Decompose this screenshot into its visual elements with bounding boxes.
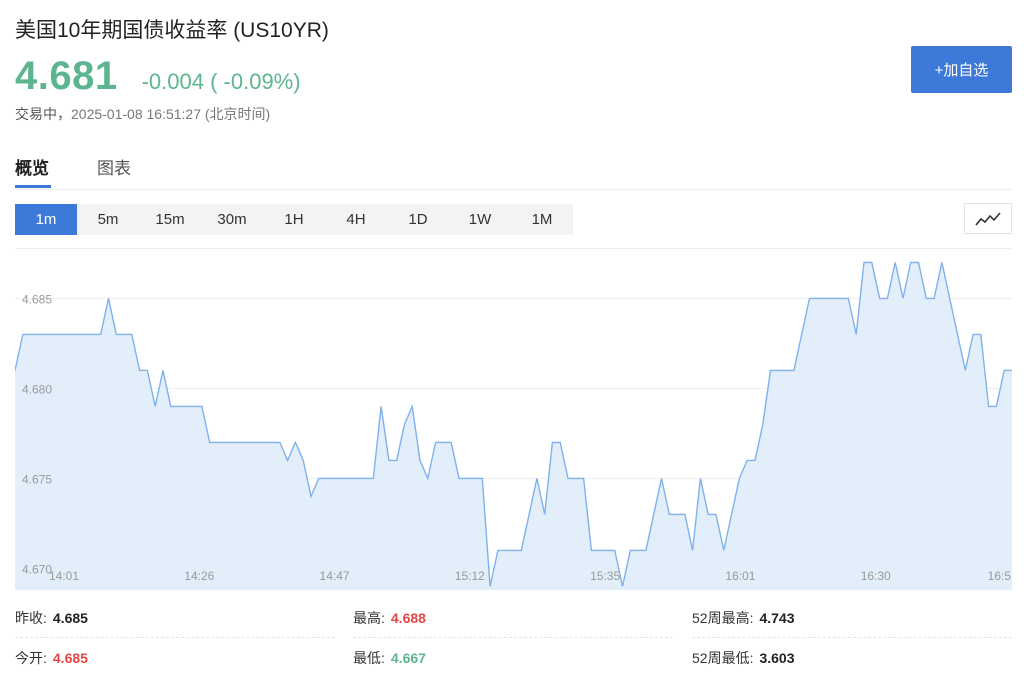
period-5m[interactable]: 5m: [77, 204, 139, 235]
period-1mo[interactable]: 1M: [511, 204, 573, 235]
y-tick-label: 4.670: [22, 562, 52, 576]
status-text: 交易中，: [15, 106, 71, 122]
tab-bar: 概览 图表: [15, 150, 1012, 190]
stat-open: 今开: 4.685: [15, 636, 335, 673]
stat-value: 4.743: [759, 610, 795, 626]
stat-high: 最高: 4.688: [353, 596, 673, 638]
period-1h[interactable]: 1H: [263, 204, 325, 235]
stat-label: 52周最低:: [692, 650, 754, 666]
timezone: (北京时间): [204, 106, 271, 122]
stat-value: 4.685: [52, 650, 88, 666]
period-15m[interactable]: 15m: [139, 204, 201, 235]
price-chart: 4.685 4.680 4.675 4.670 14:01 14:26 14:47 15:1…: [15, 248, 1012, 590]
x-tick-label: 16:5: [988, 569, 1012, 583]
stat-52w-low: 52周最低: 3.603: [692, 636, 1012, 673]
price-change: -0.004 ( -0.09%): [141, 69, 301, 94]
x-tick-label: 16:30: [861, 569, 891, 583]
timestamp: 2025-01-08 16:51:27: [71, 106, 201, 122]
x-tick-label: 14:26: [184, 569, 214, 583]
stat-prev-close: 昨收: 4.685: [15, 596, 335, 638]
active-tab-indicator: [15, 185, 51, 188]
y-tick-label: 4.675: [22, 472, 52, 486]
page-title: 美国10年期国债收益率 (US10YR): [15, 19, 329, 42]
x-tick-label: 15:35: [590, 569, 620, 583]
stat-label: 昨收:: [15, 610, 47, 626]
stat-label: 最低:: [353, 650, 385, 666]
x-tick-label: 16:01: [725, 569, 755, 583]
current-price: 4.681: [15, 54, 118, 98]
stat-52w-high: 52周最高: 4.743: [692, 596, 1012, 638]
x-tick-label: 14:01: [49, 569, 79, 583]
stat-label: 52周最高:: [692, 610, 754, 626]
period-4h[interactable]: 4H: [325, 204, 387, 235]
stat-label: 今开:: [15, 650, 47, 666]
period-1w[interactable]: 1W: [449, 204, 511, 235]
stat-value: 4.688: [390, 610, 426, 626]
period-selector: 1m 5m 15m 30m 1H 4H 1D 1W 1M: [15, 204, 573, 235]
stat-label: 最高:: [353, 610, 385, 626]
stat-low: 最低: 4.667: [353, 636, 673, 673]
stat-value: 4.667: [390, 650, 426, 666]
period-1d[interactable]: 1D: [387, 204, 449, 235]
tab-overview[interactable]: 概览: [15, 154, 49, 179]
tab-chart[interactable]: 图表: [97, 154, 131, 179]
stat-value: 4.685: [52, 610, 88, 626]
period-30m[interactable]: 30m: [201, 204, 263, 235]
y-tick-label: 4.680: [22, 382, 52, 396]
chart-type-button[interactable]: [964, 203, 1012, 234]
add-watchlist-button[interactable]: +加自选: [911, 46, 1012, 93]
price-row: 4.681 -0.004 ( -0.09%): [15, 54, 301, 99]
price-area: [15, 262, 1012, 590]
period-1m[interactable]: 1m: [15, 204, 77, 235]
y-tick-label: 4.685: [22, 292, 52, 306]
line-chart-icon: [975, 211, 1001, 226]
x-tick-label: 14:47: [320, 569, 350, 583]
trading-status: 交易中，2025-01-08 16:51:27 (北京时间): [15, 104, 270, 124]
x-tick-label: 15:12: [455, 569, 485, 583]
stat-value: 3.603: [759, 650, 795, 666]
